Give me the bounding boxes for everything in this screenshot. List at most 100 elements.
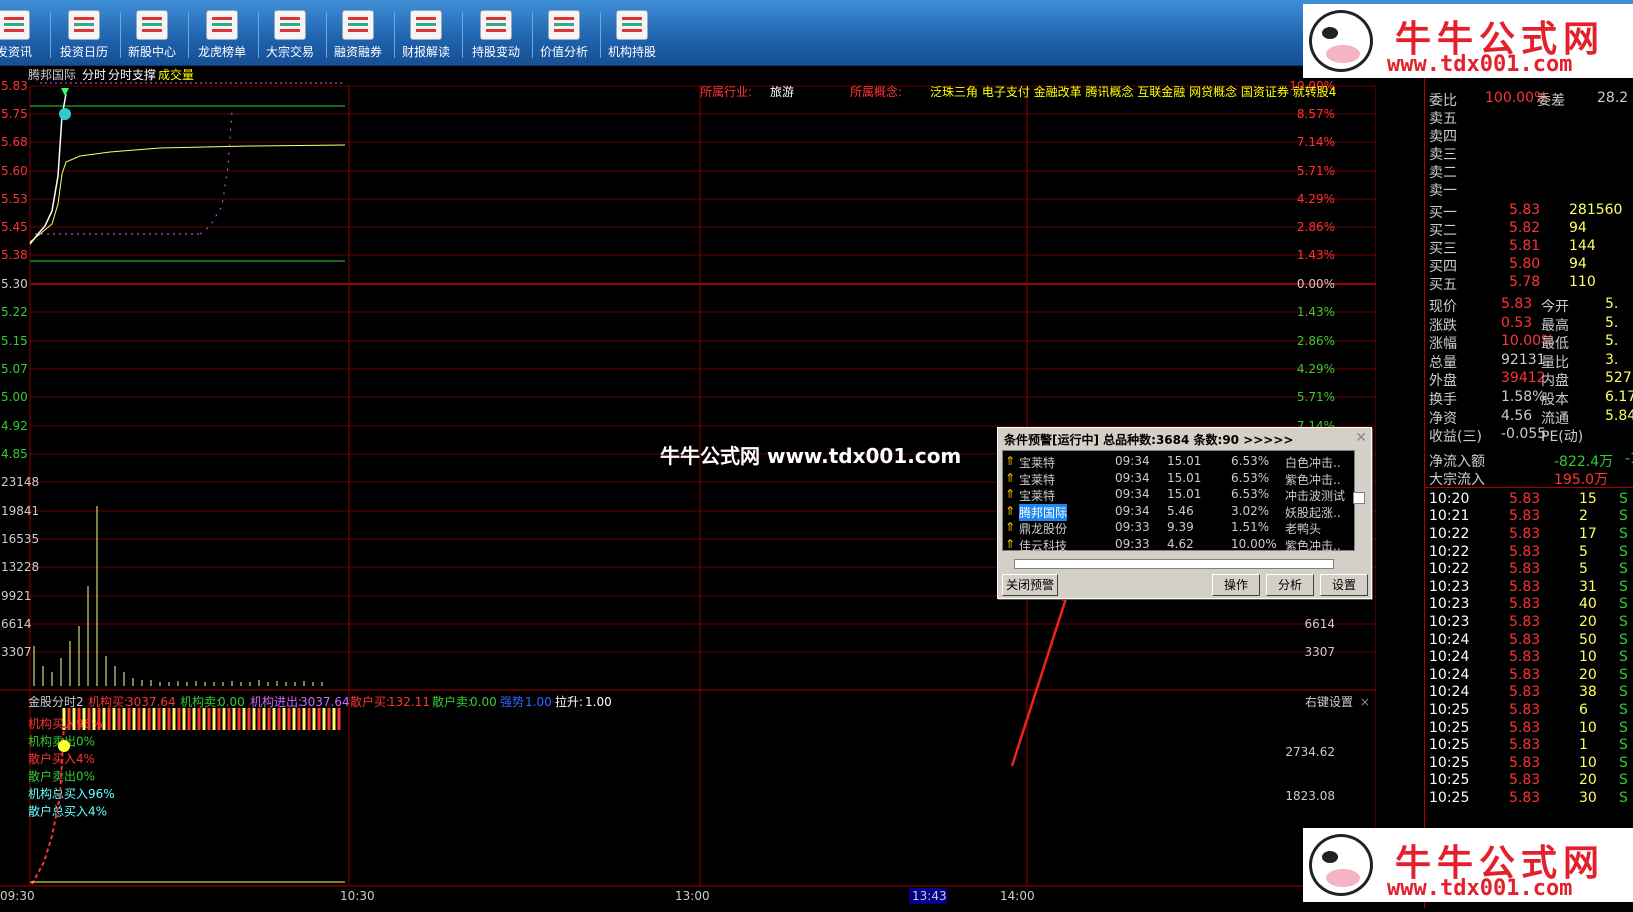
pct-tick-right: 5.71%	[1297, 164, 1335, 178]
sell-level: 卖四	[1429, 126, 1633, 145]
vol-tick-right: 6614	[1304, 617, 1335, 631]
alert-row[interactable]: ⇑ 佳云科技 09:33 4.62 10.00% 紫色冲击..	[1003, 536, 1355, 553]
alert-row[interactable]: ⇑ 腾邦国际 09:34 5.46 3.02% 妖股起涨..	[1003, 503, 1355, 521]
tick-row-cell: 10:23	[1429, 614, 1470, 630]
alert-cond: 冲击波测试	[1285, 489, 1346, 503]
indicator-jg_sell_label: 机构卖:	[180, 694, 220, 709]
buy-level: 买五 5.78 110	[1429, 274, 1633, 293]
tick-row: 10:22 5.83 5 S	[1429, 561, 1633, 579]
tick-row: 10:25 5.83 1 S	[1429, 737, 1633, 755]
indicator-tick: 2734.62	[1285, 745, 1335, 759]
tick-row-cell: S	[1619, 772, 1628, 789]
chart-header-tab_support[interactable]: 分时支撑	[108, 67, 156, 82]
indicator-jg_net: 3037.64	[300, 695, 350, 709]
toolbar-item-5[interactable]: 融资融券	[326, 8, 390, 64]
indicator-jg_net_label: 机构进出:	[250, 694, 302, 709]
tick-row-cell: 10:22	[1429, 526, 1470, 542]
tick-row: 10:24 5.83 38 S	[1429, 684, 1633, 702]
close-alert-button[interactable]: 关闭预警	[1002, 574, 1058, 596]
toolbar-item-9[interactable]: 机构持股	[600, 8, 664, 64]
alert-row[interactable]: ⇑ 鼎龙股份 09:33 9.39 1.51% 老鸭头	[1003, 519, 1355, 536]
settings-button[interactable]: 设置	[1320, 574, 1368, 596]
sell-level: 卖五	[1429, 108, 1633, 127]
alert-pct: 3.02%	[1231, 503, 1270, 518]
tick-row-cell: S	[1619, 508, 1628, 525]
alert-list[interactable]: ⇑ 宝莱特 09:34 15.01 6.53% 白色冲击.. ⇑ 宝莱特 09:34 15.01 6…	[1002, 450, 1355, 553]
tick-row-cell: S	[1619, 526, 1628, 542]
alert-price: 15.01	[1167, 470, 1202, 485]
tick-row-cell: 10:21	[1429, 508, 1470, 525]
tick-row-cell: 38	[1579, 684, 1597, 701]
toolbar-item-3[interactable]: 龙虎榜单	[190, 8, 254, 64]
chart-header-stock_name[interactable]: 腾邦国际	[28, 67, 76, 82]
tick-row-cell: S	[1619, 666, 1628, 683]
tick-row-cell: 10:24	[1429, 666, 1470, 683]
toolbar-item-4[interactable]: 大宗交易	[258, 8, 322, 64]
vol-tick-left: 23148	[1, 475, 39, 489]
time-tick: 09:30	[0, 889, 35, 903]
alert-name: 宝莱特	[1019, 472, 1056, 487]
tick-row: 10:25 5.83 20 S	[1429, 772, 1633, 790]
toolbar-item-8[interactable]: 价值分析	[532, 8, 596, 64]
analyze-button[interactable]: 分析	[1266, 574, 1314, 596]
tick-row-cell: 5.83	[1509, 719, 1541, 736]
alert-pct: 6.53%	[1231, 487, 1270, 501]
tick-row: 10:23 5.83 20 S	[1429, 614, 1633, 632]
alert-price: 9.39	[1167, 520, 1194, 534]
buy-level: 买四 5.80 94	[1429, 256, 1633, 275]
operate-button[interactable]: 操作	[1212, 574, 1260, 596]
tick-row: 10:25 5.83 10 S	[1429, 755, 1633, 773]
buy-level-cell: 5.82	[1509, 220, 1541, 236]
sell-level-cell: 卖五	[1429, 111, 1457, 127]
toolbar-separator	[50, 12, 51, 58]
buy-level-cell: 5.80	[1509, 256, 1541, 272]
alert-name: 腾邦国际	[1019, 503, 1068, 521]
alert-pct: 6.53%	[1231, 454, 1270, 468]
alert-up-icon: ⇑	[1005, 503, 1016, 518]
chart-header-tab_fenshi[interactable]: 分时	[82, 68, 106, 82]
stat-row-cell: 量比	[1541, 354, 1569, 371]
tick-row-cell: 10:25	[1429, 702, 1470, 718]
buy-level-cell: 144	[1569, 238, 1596, 254]
industry-label: 所属行业:	[700, 85, 752, 99]
buy-level-cell: 买三	[1429, 241, 1457, 257]
stat-row-cell: 今开	[1541, 299, 1569, 315]
indicator-close-icon: ×	[1360, 695, 1370, 709]
alert-row[interactable]: ⇑ 宝莱特 09:34 15.01 6.53% 白色冲击..	[1003, 453, 1355, 470]
toolbar-item-7[interactable]: 持股变动	[464, 8, 528, 64]
alert-time: 09:33	[1115, 520, 1150, 534]
alert-row[interactable]: ⇑ 宝莱特 09:34 15.01 6.53% 紫色冲击..	[1003, 470, 1355, 487]
stat-row: 现价 5.83 今开 5.	[1429, 296, 1633, 315]
condition-alert-dialog[interactable]: 条件预警[运行中] 总品种数:3684 条数:90 >>>>> ✕ ⇑ 宝莱特 09…	[997, 427, 1372, 599]
indicator-sh_sell: 0.00	[470, 695, 497, 709]
toolbar-item-1[interactable]: 投资日历	[52, 8, 116, 64]
indicator-tick: 1823.08	[1285, 789, 1335, 803]
pct-tick-right: 8.57%	[1297, 107, 1335, 121]
toolbar-item-0[interactable]: 发资讯	[0, 8, 46, 64]
indicator-strong_label: 强势	[500, 695, 524, 709]
toolbar-item-6[interactable]: 财报解读	[394, 8, 458, 64]
alert-checkbox[interactable]	[1353, 492, 1365, 504]
chart-header-tab_volume[interactable]: 成交量	[158, 67, 194, 82]
sell-level-cell: 卖二	[1429, 165, 1457, 181]
price-tick-left: 5.15	[1, 334, 28, 348]
alert-row[interactable]: ⇑ 宝莱特 09:34 15.01 6.53% 冲击波测试	[1003, 486, 1355, 503]
tick-row: 10:25 5.83 30 S	[1429, 790, 1633, 808]
tick-row-cell: 5.83	[1509, 631, 1541, 648]
buy-level-cell: 5.83	[1509, 202, 1541, 218]
arrow-down-icon	[61, 88, 69, 96]
alert-scrollbar[interactable]	[1014, 559, 1334, 569]
toolbar-item-2[interactable]: 新股中心	[120, 8, 184, 64]
tick-row-cell: S	[1619, 614, 1628, 630]
price-tick-left: 5.75	[1, 107, 28, 121]
tick-row-cell: S	[1619, 754, 1628, 771]
tick-row-cell: 5.83	[1509, 666, 1541, 683]
price-tick-left: 5.07	[1, 362, 28, 376]
tick-row-cell: 5.83	[1509, 596, 1541, 613]
tick-row-cell: 5.83	[1509, 737, 1541, 754]
buy-level-cell: 94	[1569, 220, 1587, 236]
netflow-row-cell: 净流入额	[1429, 453, 1485, 470]
tick-row-cell: S	[1619, 543, 1628, 560]
sell-level-cell: 卖一	[1429, 183, 1457, 199]
dialog-close-icon[interactable]: ✕	[1355, 430, 1367, 446]
